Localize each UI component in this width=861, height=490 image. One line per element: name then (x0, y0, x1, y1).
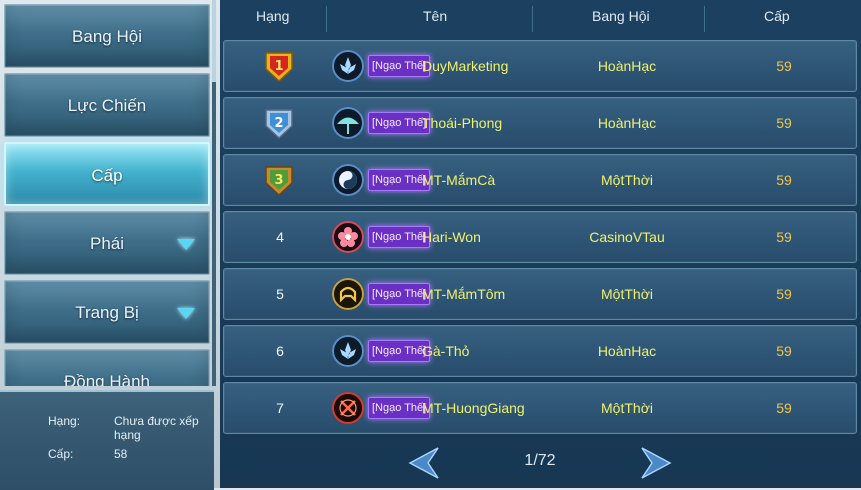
tab-label: Cấp (91, 166, 123, 185)
gold-rank-badge-icon: 1 (265, 52, 293, 83)
table-row[interactable]: 2 [Ngạo Thế] Thoái-Phong HoànHạc 59 (223, 97, 857, 149)
tab-phai[interactable]: Phái (4, 211, 210, 275)
tab-dong-hanh[interactable]: Đồng Hành (4, 349, 210, 386)
helmet-emblem-icon (332, 278, 364, 310)
tab-label: Bang Hội (72, 27, 142, 46)
sidebar-scrollbar[interactable] (212, 0, 216, 386)
table-row[interactable]: 6 [Ngạo Thế] Gà-Thỏ HoànHạc 59 (223, 325, 857, 377)
player-level: 59 (776, 58, 792, 74)
player-name: Hari-Won (422, 229, 481, 245)
player-name: Thoái-Phong (422, 115, 503, 131)
guild-name: MộtThời (601, 400, 653, 416)
my-level-label: Cấp: (48, 447, 74, 461)
ranking-table-panel: Hạng Tên Bang Hội Cấp 1 [Ngạo Thế] DuyMa… (220, 0, 861, 488)
player-level: 59 (776, 115, 792, 131)
header-guild: Bang Hội (592, 8, 650, 24)
rank-number: 6 (276, 343, 284, 359)
faction-tag: [Ngạo Thế] (368, 226, 431, 248)
table-row[interactable]: 7 [Ngạo Thế] MT-HuongGiang MộtThời 59 (223, 382, 857, 434)
player-level: 59 (776, 400, 792, 416)
my-level-value: 58 (114, 447, 128, 461)
rank-number: 5 (276, 286, 284, 302)
tab-luc-chien[interactable]: Lực Chiến (4, 73, 210, 137)
badge-number: 1 (274, 59, 283, 74)
guild-name: CasinoVTau (589, 229, 665, 245)
scrollbar-thumb[interactable] (212, 0, 216, 82)
player-level: 59 (776, 229, 792, 245)
player-level: 59 (776, 343, 792, 359)
umbrella-emblem-icon (332, 107, 364, 139)
header-rank: Hạng (256, 8, 290, 24)
tab-trang-bi[interactable]: Trang Bị (4, 280, 210, 344)
tab-label: Phái (89, 234, 125, 253)
table-row[interactable]: 1 [Ngạo Thế] DuyMarketing HoànHạc 59 (223, 40, 857, 92)
badge-number: 2 (274, 116, 283, 131)
table-header: Hạng Tên Bang Hội Cấp (220, 0, 861, 34)
tab-bang-hoi[interactable]: Bang Hội (4, 4, 210, 68)
header-divider (326, 6, 327, 32)
tab-label: Đồng Hành (63, 372, 150, 386)
header-name: Tên (423, 8, 448, 24)
header-divider (704, 6, 705, 32)
guild-name: MộtThời (601, 172, 653, 188)
tab-label: Lực Chiến (67, 96, 147, 115)
guild-name: HoànHạc (597, 115, 657, 131)
lotus-emblem-icon (332, 50, 364, 82)
flower-emblem-icon (332, 221, 364, 253)
guild-name: MộtThời (601, 286, 653, 302)
my-rank-value: Chưa được xếp hạng (114, 414, 199, 442)
rank-number: 4 (276, 229, 284, 245)
next-page-arrow-icon[interactable] (640, 446, 672, 480)
faction-tag: [Ngạo Thế] (368, 169, 431, 191)
faction-tag: [Ngạo Thế] (368, 55, 431, 77)
my-rank-panel: Hạng: Chưa được xếp hạng Cấp: 58 (0, 390, 214, 490)
faction-tag: [Ngạo Thế] (368, 397, 431, 419)
faction-tag: [Ngạo Thế] (368, 112, 431, 134)
player-level: 59 (776, 286, 792, 302)
table-row[interactable]: 4 [Ngạo Thế] Hari-Won CasinoVTau 59 (223, 211, 857, 263)
swords-emblem-icon (332, 392, 364, 424)
prev-page-arrow-icon[interactable] (408, 446, 440, 480)
yin-yang-emblem-icon (332, 164, 364, 196)
badge-number: 3 (274, 173, 283, 188)
header-level: Cấp (764, 8, 790, 24)
pagination-bar: 1/72 (220, 438, 861, 488)
table-row[interactable]: 5 [Ngạo Thế] MT-MắmTôm MộtThời 59 (223, 268, 857, 320)
my-rank-label: Hạng: (48, 414, 81, 428)
page-indicator: 1/72 (524, 452, 556, 469)
chevron-down-icon[interactable] (177, 308, 195, 319)
lotus-emblem-icon (332, 335, 364, 367)
rank-number: 7 (276, 400, 284, 416)
faction-tag: [Ngạo Thế] (368, 283, 431, 305)
guild-name: HoànHạc (597, 58, 657, 74)
player-level: 59 (776, 172, 792, 188)
faction-tag: [Ngạo Thế] (368, 340, 431, 362)
silver-rank-badge-icon: 2 (265, 109, 293, 140)
player-name: MT-MắmCà (422, 172, 496, 188)
player-name: MT-MắmTôm (422, 286, 506, 302)
header-divider (532, 6, 533, 32)
chevron-down-icon[interactable] (177, 239, 195, 250)
guild-name: HoànHạc (597, 343, 657, 359)
tab-label: Trang Bị (75, 303, 139, 322)
tab-cap[interactable]: Cấp (4, 142, 210, 206)
ranking-category-sidebar: Bang Hội Lực Chiến Cấp Phái Trang Bị Đồn… (0, 0, 216, 386)
player-name: Gà-Thỏ (422, 343, 470, 359)
player-name: MT-HuongGiang (422, 400, 525, 416)
player-name: DuyMarketing (422, 58, 509, 74)
table-row[interactable]: 3 [Ngạo Thế] MT-MắmCà MộtThời 59 (223, 154, 857, 206)
bronze-rank-badge-icon: 3 (265, 166, 293, 197)
